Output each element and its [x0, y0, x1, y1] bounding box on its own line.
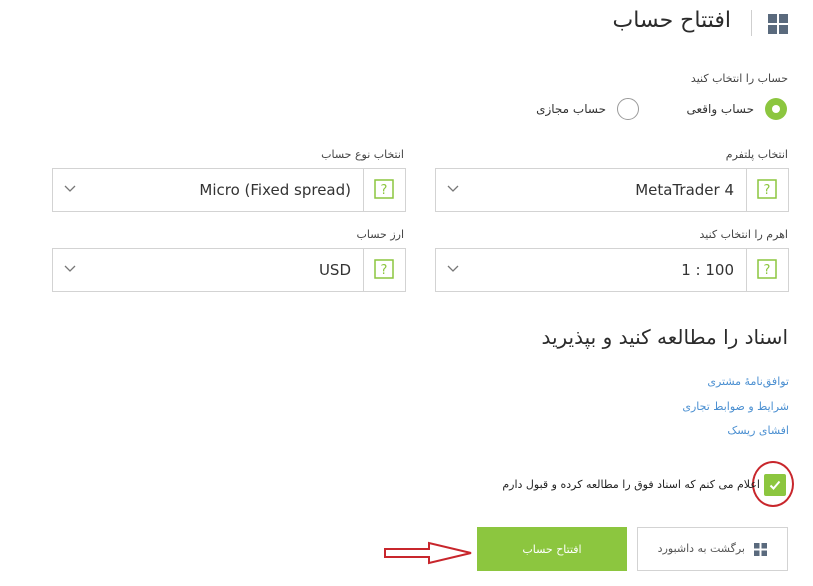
chevron-down-icon [64, 265, 76, 272]
grid-icon[interactable] [768, 14, 788, 34]
account-type-select-label: انتخاب نوع حساب [321, 148, 404, 161]
demo-account-radio[interactable] [617, 98, 639, 120]
account-type-value: Micro (Fixed spread) [199, 181, 351, 199]
svg-text:?: ? [381, 183, 388, 198]
currency-value: USD [318, 261, 351, 279]
account-type-select[interactable]: ? Micro (Fixed spread) [52, 168, 406, 212]
back-to-dashboard-label: برگشت به داشبورد [657, 542, 745, 555]
real-account-radio[interactable] [765, 98, 787, 120]
header-divider [751, 10, 752, 36]
grid-icon [754, 543, 767, 556]
svg-text:?: ? [764, 263, 771, 278]
agreement-checkbox[interactable] [764, 474, 786, 496]
client-agreement-link[interactable]: توافق‌نامهٔ مشتری [707, 375, 789, 388]
chevron-down-icon [64, 185, 76, 192]
help-icon[interactable]: ? [363, 169, 405, 211]
leverage-select[interactable]: ? 1 : 100 [435, 248, 789, 292]
terms-conditions-link[interactable]: شرایط و ضوابط تجاری [682, 400, 789, 413]
currency-select[interactable]: ? USD [52, 248, 406, 292]
back-to-dashboard-button[interactable]: برگشت به داشبورد [637, 527, 788, 571]
help-icon[interactable]: ? [363, 249, 405, 291]
currency-label: ارز حساب [356, 228, 405, 241]
help-icon[interactable]: ? [746, 169, 788, 211]
chevron-down-icon [447, 265, 459, 272]
svg-text:?: ? [764, 183, 771, 198]
open-account-button[interactable]: افتتاح حساب [477, 527, 627, 571]
svg-text:?: ? [381, 263, 388, 278]
risk-disclosure-link[interactable]: افشای ریسک [727, 424, 789, 437]
agreement-label[interactable]: اعلام می کنم که اسناد فوق را مطالعه کرده… [502, 478, 760, 491]
page-title: افتتاح حساب [612, 8, 731, 33]
platform-select[interactable]: ? MetaTrader 4 [435, 168, 789, 212]
demo-account-label[interactable]: حساب مجازی [536, 102, 606, 116]
help-icon[interactable]: ? [746, 249, 788, 291]
chevron-down-icon [447, 185, 459, 192]
platform-label: انتخاب پلتفرم [725, 148, 788, 161]
account-type-label: حساب را انتخاب کنید [690, 72, 788, 85]
leverage-label: اهرم را انتخاب کنید [699, 228, 789, 241]
check-icon [769, 480, 781, 490]
annotation-arrow-icon [384, 541, 472, 565]
platform-value: MetaTrader 4 [635, 181, 734, 199]
real-account-label[interactable]: حساب واقعی [686, 102, 754, 116]
documents-title: اسناد را مطالعه کنید و بپذیرید [541, 325, 788, 349]
leverage-value: 1 : 100 [681, 261, 734, 279]
